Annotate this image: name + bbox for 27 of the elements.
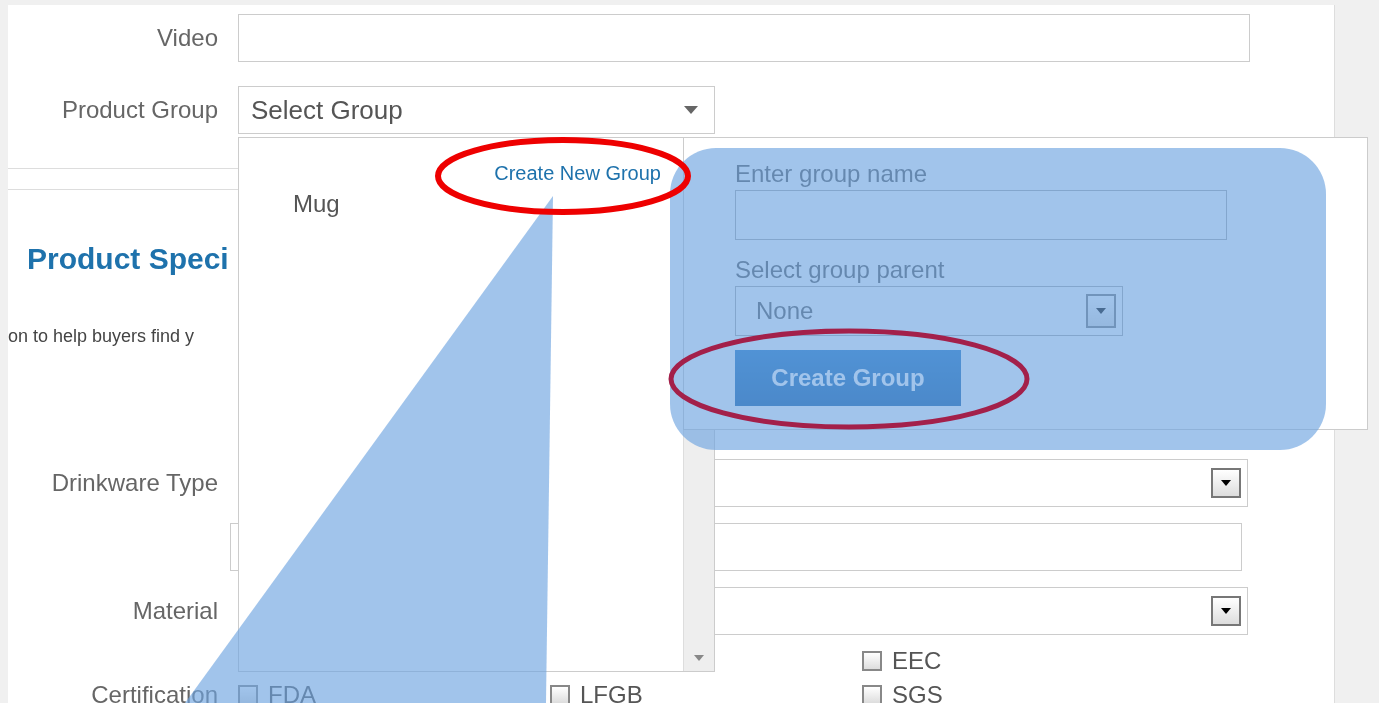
caret-icon [1221,608,1231,614]
checkbox-label: EEC [892,647,942,675]
field-label: Material [131,597,219,625]
field-label: Video [156,24,219,52]
checkbox[interactable] [550,685,570,703]
video-input[interactable] [238,14,1250,62]
checkbox-label: SGS [892,681,943,703]
scroll-down-icon[interactable] [694,655,704,661]
caret-icon [1096,308,1106,314]
checkbox[interactable] [238,685,258,703]
checkbox[interactable] [862,685,882,703]
caret-icon [684,106,698,114]
create-group-link[interactable]: Create New Group [494,162,661,185]
field-label: Drinkware Type [50,469,219,497]
dropdown-button[interactable] [1211,468,1241,498]
checkbox-label: LFGB [580,681,643,703]
field-label: Product Group [60,96,219,124]
group-select[interactable]: Select Group [238,86,715,134]
dropdown-option[interactable]: Mug [291,190,342,218]
section-description: on to help buyers find y [8,326,196,347]
checkbox-label: FDA [268,681,316,703]
checkbox[interactable] [862,651,882,671]
dropdown-button[interactable] [1211,596,1241,626]
field-label: Enter group name [735,160,928,188]
field-label: Select group parent [735,256,945,284]
caret-icon [1221,480,1231,486]
section-heading: Product Speci [27,242,229,276]
